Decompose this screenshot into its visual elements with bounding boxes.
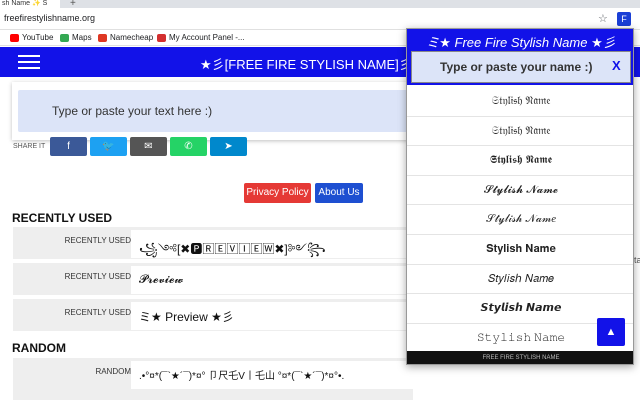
telegram-icon: ➤ <box>224 141 233 152</box>
whatsapp-icon: ✆ <box>184 141 193 152</box>
row-label: RECENTLY USED <box>64 308 131 317</box>
browser-tab[interactable]: sh Name ✨ S <box>0 0 60 8</box>
text-input-placeholder: Type or paste your text here :) <box>52 104 213 118</box>
account-panel-icon <box>157 33 166 42</box>
text-input[interactable]: Type or paste your text here :) <box>18 90 412 132</box>
table-row: RECENTLY USED ꧁༺[✖🅿🅁🄴🅅🄸🄴🅆✖]༻꧂ <box>13 227 413 259</box>
list-item[interactable]: 𝐒𝐭𝐲𝐥𝐢𝐬𝐡 𝐍𝐚𝐦𝐞 <box>407 235 633 265</box>
youtube-icon <box>10 33 19 42</box>
bookmark-label: My Account Panel -... <box>169 33 245 42</box>
bookmark-label: Namecheap <box>110 33 154 42</box>
table-row: RECENTLY USED 𝓟𝓻𝓮𝓿𝓲𝓮𝔀 <box>13 263 413 295</box>
share-facebook-button[interactable]: f <box>50 137 87 156</box>
bookmark-label: YouTube <box>22 33 54 42</box>
bookmark-namecheap[interactable]: Namecheap <box>98 33 153 42</box>
bookmark-maps[interactable]: Maps <box>60 33 92 42</box>
popup-header: ミ★ Free Fire Stylish Name ★彡 Type or pas… <box>407 29 633 85</box>
chevron-up-icon: ▲ <box>605 326 617 338</box>
row-label: RANDOM <box>95 367 131 376</box>
share-label: SHARE IT <box>13 143 46 150</box>
table-row: RECENTLY USED ミ★ Preview ★彡 <box>13 299 413 331</box>
share-telegram-button[interactable]: ➤ <box>210 137 247 156</box>
bookmark-label: Maps <box>72 33 92 42</box>
privacy-policy-button[interactable]: Privacy Policy <box>244 183 311 203</box>
hamburger-menu-icon[interactable] <box>18 55 40 69</box>
list-item[interactable]: 𝒮𝓉𝓎𝓁𝒾𝓈𝒽 𝒩𝒶𝓂𝑒 <box>407 205 633 235</box>
about-us-button[interactable]: About Us <box>315 183 363 203</box>
table-row: RANDOM .•°¤*(¯`★´¯)*¤° 卩尺乇V丨乇山 °¤*(¯`★´¯… <box>13 358 413 400</box>
facebook-icon: f <box>67 141 70 152</box>
list-item[interactable]: 𝓢𝓽𝔂𝓵𝓲𝓼𝓱 𝓝𝓪𝓶𝓮 <box>407 176 633 206</box>
maps-icon <box>60 33 69 42</box>
namecheap-icon <box>98 33 107 42</box>
address-bar: freefirestylishname.org ☆ F <box>0 8 640 30</box>
random-title: RANDOM <box>12 341 66 355</box>
name-input-placeholder: Type or paste your name :) <box>440 60 593 74</box>
partial-text: ta <box>634 255 640 265</box>
stylish-name-list: 𝔖𝔱𝔶𝔩𝔦𝔰𝔥 𝔑𝔞𝔪𝔢 𝔖𝔱𝔶𝔩𝔦𝔰𝔥 𝔑𝔞𝔪𝔢 𝕾𝖙𝖞𝖑𝖎𝖘𝖍 𝕹𝖆𝖒𝖊 𝓢… <box>407 87 633 354</box>
twitter-icon: 🐦 <box>102 141 115 152</box>
extension-icon[interactable]: F <box>617 12 631 26</box>
bookmark-youtube[interactable]: YouTube <box>10 33 53 42</box>
recently-used-title: RECENTLY USED <box>12 211 113 225</box>
row-label: RECENTLY USED <box>64 272 131 281</box>
list-item[interactable]: 𝔖𝔱𝔶𝔩𝔦𝔰𝔥 𝔑𝔞𝔪𝔢 <box>407 87 633 117</box>
popup-footer: FREE FIRE STYLISH NAME <box>407 351 633 364</box>
stylish-name-value[interactable]: ミ★ Preview ★彡 <box>131 302 413 330</box>
text-input-card: Type or paste your text here :) <box>12 82 412 140</box>
clear-input-button[interactable]: X <box>612 58 621 73</box>
list-item[interactable]: 𝔖𝔱𝔶𝔩𝔦𝔰𝔥 𝔑𝔞𝔪𝔢 <box>407 117 633 147</box>
name-input[interactable]: Type or paste your name :) X <box>411 51 631 83</box>
share-whatsapp-button[interactable]: ✆ <box>170 137 207 156</box>
stylish-name-value[interactable]: ꧁༺[✖🅿🅁🄴🅅🄸🄴🅆✖]༻꧂ <box>131 230 413 258</box>
email-icon: ✉ <box>144 141 153 152</box>
scroll-up-button[interactable]: ▲ <box>597 318 625 346</box>
extension-popup: ミ★ Free Fire Stylish Name ★彡 Type or pas… <box>406 28 634 365</box>
stylish-name-value[interactable]: .•°¤*(¯`★´¯)*¤° 卩尺乇V丨乇山 °¤*(¯`★´¯)*¤°•. <box>131 361 413 389</box>
url-text[interactable]: freefirestylishname.org <box>4 13 95 23</box>
site-title: ★彡[FREE FIRE STYLISH NAME]彡★ <box>200 57 424 72</box>
row-label: RECENTLY USED <box>64 236 131 245</box>
tab-strip: sh Name ✨ S + <box>0 0 640 9</box>
bookmark-star-icon[interactable]: ☆ <box>598 12 608 25</box>
bookmark-account-panel[interactable]: My Account Panel -... <box>157 33 245 42</box>
share-twitter-button[interactable]: 🐦 <box>90 137 127 156</box>
share-email-button[interactable]: ✉ <box>130 137 167 156</box>
popup-title: ミ★ Free Fire Stylish Name ★彡 <box>426 35 616 50</box>
list-item[interactable]: 𝑆𝑡𝑦𝑙𝑖𝑠ℎ 𝑁𝑎𝑚𝑒 <box>407 265 633 295</box>
list-item[interactable]: 𝕾𝖙𝖞𝖑𝖎𝖘𝖍 𝕹𝖆𝖒𝖊 <box>407 146 633 176</box>
stylish-name-value[interactable]: 𝓟𝓻𝓮𝓿𝓲𝓮𝔀 <box>131 266 413 294</box>
